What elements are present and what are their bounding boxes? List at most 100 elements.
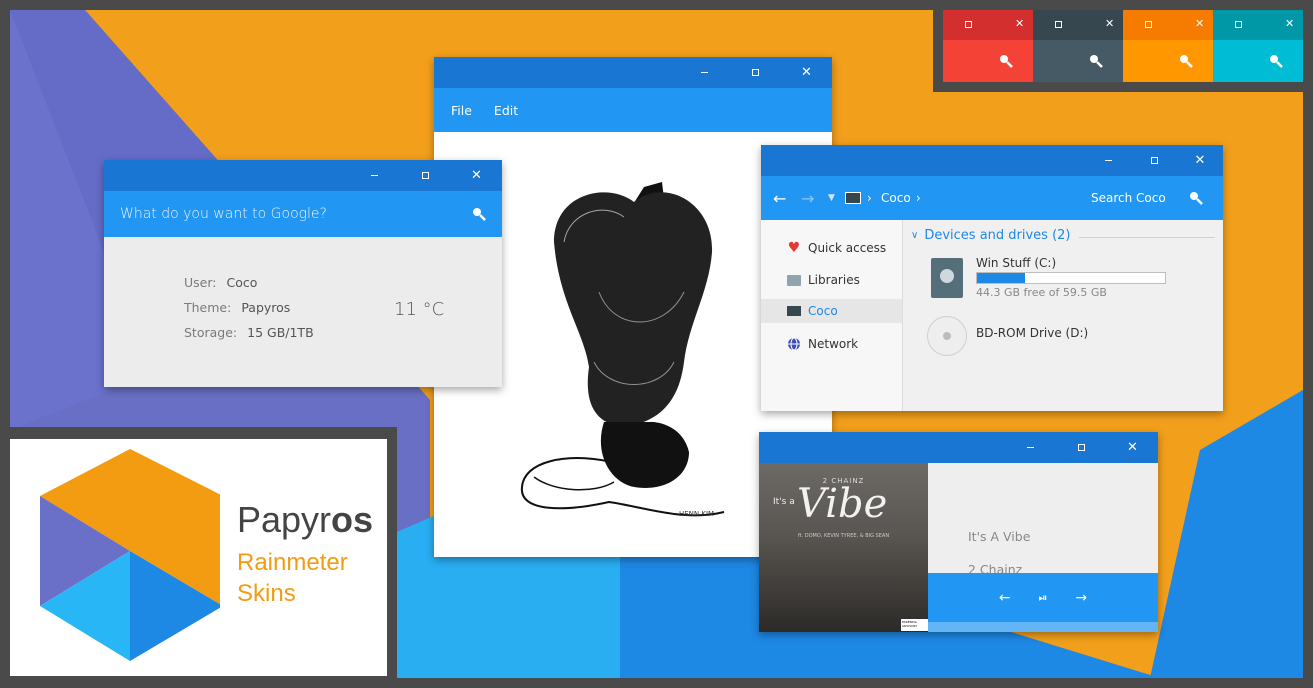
- sidebar-item-quick-access[interactable]: ♥ Quick access: [761, 236, 902, 260]
- navigation-pane: ♥ Quick access Libraries Coco Network: [761, 220, 903, 411]
- next-arrow-icon[interactable]: →: [1075, 590, 1087, 606]
- temperature: 11 °C: [394, 299, 445, 320]
- heart-icon: ♥: [787, 240, 801, 256]
- minimize-button[interactable]: [679, 57, 730, 88]
- close-icon: ✕: [471, 168, 482, 183]
- drive-usage-bar: [976, 272, 1166, 284]
- close-button[interactable]: ✕: [1107, 432, 1158, 463]
- close-icon[interactable]: ✕: [1195, 17, 1204, 30]
- playback-controls: ← ⏯ →: [928, 573, 1158, 622]
- sidebar-item-coco[interactable]: Coco: [761, 299, 902, 323]
- theme-label: Theme:: [184, 300, 232, 315]
- drive-usage-fill: [977, 273, 1025, 283]
- titlebar[interactable]: ✕: [434, 57, 832, 88]
- search-input[interactable]: What do you want to Google?: [120, 206, 472, 222]
- user-label: User:: [184, 275, 217, 290]
- close-icon[interactable]: ✕: [1105, 17, 1114, 30]
- storage-label: Storage:: [184, 325, 238, 340]
- close-button[interactable]: ✕: [451, 160, 502, 191]
- sidebar-item-label: Quick access: [808, 241, 887, 255]
- sidebar-item-libraries[interactable]: Libraries: [761, 268, 902, 292]
- swatch-cyan[interactable]: ✕: [1213, 10, 1303, 82]
- play-pause-icon[interactable]: ⏯: [1039, 591, 1048, 605]
- logo-card: Papyros Rainmeter Skins: [10, 439, 387, 676]
- brand-name: Papyros: [237, 499, 374, 540]
- maximize-button[interactable]: [1056, 432, 1107, 463]
- close-icon: ✕: [1194, 153, 1206, 168]
- back-arrow-icon[interactable]: ←: [773, 176, 786, 220]
- chevron-down-icon[interactable]: ▼: [828, 176, 835, 220]
- google-search-bar[interactable]: What do you want to Google?: [104, 191, 502, 237]
- album-art-prefix: It's a: [773, 497, 795, 507]
- search-input[interactable]: Search Coco: [1091, 176, 1166, 220]
- section-header[interactable]: ∨ Devices and drives (2): [911, 228, 1071, 243]
- maximize-icon: [752, 69, 759, 76]
- user-value: Coco: [226, 275, 258, 290]
- close-icon[interactable]: ✕: [1015, 17, 1024, 30]
- swatch-red[interactable]: ✕: [943, 10, 1033, 82]
- album-art-title: Vibe: [797, 481, 888, 527]
- menu-edit[interactable]: Edit: [494, 103, 518, 118]
- close-icon: ✕: [1127, 440, 1138, 455]
- minimize-icon: [1027, 447, 1034, 448]
- album-art-features: ft. DOMO, KEVIN TYREE, & BIG SEAN: [797, 533, 890, 539]
- drive-name: Win Stuff (C:): [976, 256, 1057, 270]
- sidebar-item-label: Coco: [808, 304, 838, 318]
- maximize-icon[interactable]: [1235, 21, 1242, 28]
- search-icon[interactable]: [1189, 176, 1203, 220]
- previous-arrow-icon[interactable]: ←: [999, 590, 1011, 606]
- titlebar[interactable]: ✕: [759, 432, 1158, 463]
- search-icon[interactable]: [1089, 54, 1103, 68]
- explorer-content: ∨ Devices and drives (2) Win Stuff (C:) …: [903, 220, 1223, 411]
- maximize-button[interactable]: [1131, 145, 1177, 176]
- search-icon[interactable]: [999, 54, 1013, 68]
- breadcrumb-chevron-icon[interactable]: ›: [916, 176, 921, 220]
- forward-arrow-icon[interactable]: →: [801, 176, 814, 220]
- close-button[interactable]: ✕: [1177, 145, 1223, 176]
- section-title: Devices and drives (2): [924, 228, 1071, 243]
- search-icon[interactable]: [1269, 54, 1283, 68]
- chevron-down-icon[interactable]: ∨: [911, 230, 918, 241]
- sidebar-item-label: Libraries: [808, 273, 860, 287]
- maximize-icon[interactable]: [1145, 21, 1152, 28]
- address-bar: ← → ▼ › Coco › Search Coco: [761, 176, 1223, 220]
- system-info-panel: User: Coco Theme: Papyros Storage: 15 GB/1T…: [104, 237, 502, 387]
- swatch-orange[interactable]: ✕: [1123, 10, 1213, 82]
- maximize-icon: [422, 172, 429, 179]
- minimize-button[interactable]: [1085, 145, 1131, 176]
- drive-item-c[interactable]: Win Stuff (C:) 44.3 GB free of 59.5 GB: [931, 256, 1191, 300]
- menu-file[interactable]: File: [451, 103, 472, 118]
- breadcrumb-coco[interactable]: Coco: [881, 176, 911, 220]
- file-explorer-window: ✕ ← → ▼ › Coco › Search Coco ♥ Quick acc…: [761, 145, 1223, 411]
- storage-value: 15 GB/1TB: [247, 325, 314, 340]
- storage-row: Storage: 15 GB/1TB: [184, 325, 314, 340]
- track-title: It's A Vibe: [968, 529, 1031, 544]
- tagline-rainmeter: Rainmeter: [237, 549, 348, 576]
- swatch-slate[interactable]: ✕: [1033, 10, 1123, 82]
- maximize-icon[interactable]: [1055, 21, 1062, 28]
- theme-value: Papyros: [241, 300, 291, 315]
- drive-item-d[interactable]: BD-ROM Drive (D:): [927, 316, 1187, 358]
- globe-icon: [786, 336, 802, 352]
- progress-bar[interactable]: [928, 622, 1158, 632]
- tagline-skins: Skins: [237, 580, 296, 607]
- search-icon[interactable]: [472, 207, 486, 221]
- drive-free-space: 44.3 GB free of 59.5 GB: [976, 286, 1107, 299]
- minimize-button[interactable]: [1005, 432, 1056, 463]
- monitor-icon: [786, 303, 802, 319]
- parental-advisory-label: PARENTAL ADVISORY: [901, 619, 928, 631]
- sidebar-item-network[interactable]: Network: [761, 332, 902, 356]
- maximize-button[interactable]: [730, 57, 781, 88]
- titlebar[interactable]: ✕: [761, 145, 1223, 176]
- maximize-icon: [1078, 444, 1085, 451]
- search-icon[interactable]: [1179, 54, 1193, 68]
- music-player-window: ✕ 2 CHAINZ It's a Vibe ft. DOMO, KEVIN T…: [759, 432, 1158, 632]
- menubar: File Edit: [434, 88, 832, 132]
- maximize-icon[interactable]: [965, 21, 972, 28]
- close-icon[interactable]: ✕: [1285, 17, 1294, 30]
- maximize-button[interactable]: [400, 160, 451, 191]
- minimize-icon: [1104, 160, 1112, 161]
- minimize-button[interactable]: [349, 160, 400, 191]
- titlebar[interactable]: ✕: [104, 160, 502, 191]
- close-button[interactable]: ✕: [781, 57, 832, 88]
